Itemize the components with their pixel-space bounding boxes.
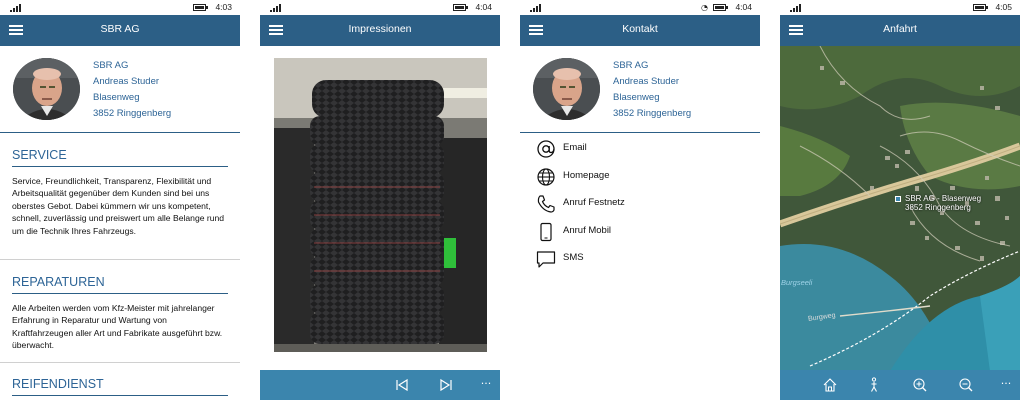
avatar (533, 58, 600, 120)
signal-icon (530, 4, 542, 12)
screen-home: 4:03 SBR AG SBR AG Andreas Studer Blasen… (0, 0, 240, 400)
contact-landline[interactable]: Anruf Festnetz (536, 192, 746, 220)
battery-icon (193, 4, 208, 11)
section-text: Alle Arbeiten werden vom Kfz-Meister mit… (12, 303, 223, 351)
tire-service-section: REIFENDIENST (12, 377, 228, 396)
app-bar: ··· (260, 370, 500, 400)
contact-label: SMS (563, 252, 584, 263)
section-text: Service, Freundlichkeit, Transparenz, Fl… (12, 176, 225, 236)
battery-icon (453, 4, 468, 11)
app-bar: ··· (780, 370, 1020, 400)
home-icon[interactable] (816, 370, 844, 400)
status-time: 4:04 (475, 2, 492, 12)
mobile-phone-icon (536, 222, 556, 242)
city: 3852 Ringgenberg (93, 108, 172, 119)
title-bar: Anfahrt (780, 15, 1020, 46)
divider (0, 259, 240, 260)
section-heading: SERVICE (12, 148, 228, 167)
more-button[interactable]: ··· (472, 370, 500, 400)
contact-label: Email (563, 142, 587, 153)
contact-mobile[interactable]: Anruf Mobil (536, 220, 746, 248)
page-title: Anfahrt (883, 23, 917, 35)
address-block: SBR AG Andreas Studer Blasenweg 3852 Rin… (93, 58, 171, 122)
status-time: 4:05 (995, 2, 1012, 12)
status-bar: 4:03 (0, 0, 240, 15)
contact-list: Email Homepage Anruf Festnetz Anruf Mobi… (536, 137, 746, 275)
title-bar: Impressionen (260, 15, 500, 46)
signal-icon (10, 4, 22, 12)
skip-previous-icon[interactable] (388, 370, 416, 400)
street: Blasenweg (613, 92, 660, 103)
status-bar: ◔ 4:04 (520, 0, 760, 15)
status-time: 4:04 (735, 2, 752, 12)
zoom-out-icon[interactable] (952, 370, 980, 400)
company-name: SBR AG (93, 60, 129, 71)
contact-label: Homepage (563, 169, 610, 181)
phone-icon (536, 194, 556, 214)
skip-next-icon[interactable] (432, 370, 460, 400)
profile-card: SBR AG Andreas Studer Blasenweg 3852 Rin… (13, 58, 233, 122)
profile-card: SBR AG Andreas Studer Blasenweg 3852 Rin… (533, 58, 753, 122)
divider (520, 132, 760, 133)
contact-person: Andreas Studer (93, 76, 160, 87)
address-block: SBR AG Andreas Studer Blasenweg 3852 Rin… (613, 58, 691, 122)
divider (0, 132, 240, 133)
battery-icon (973, 4, 988, 11)
satellite-map[interactable]: SBR AG - Blasenweg 3852 Ringgenberg Burg… (780, 46, 1020, 371)
section-heading: REIFENDIENST (12, 377, 228, 396)
divider (0, 362, 240, 363)
contact-homepage[interactable]: Homepage (536, 165, 746, 193)
status-bar: 4:04 (260, 0, 500, 15)
service-section: SERVICE Service, Freundlichkeit, Transpa… (12, 148, 228, 237)
at-icon (536, 139, 556, 159)
title-bar: SBR AG (0, 15, 240, 46)
tire-stack-photo[interactable] (274, 58, 487, 352)
globe-icon (536, 167, 556, 187)
contact-sms[interactable]: SMS (536, 247, 746, 275)
pin-label: SBR AG - Blasenweg 3852 Ringgenberg (905, 194, 982, 212)
title-bar: Kontakt (520, 15, 760, 46)
page-title: SBR AG (100, 23, 140, 35)
contact-label: Anruf Mobil (563, 224, 612, 236)
screen-gallery: 4:04 Impressionen ··· (260, 0, 500, 400)
screen-contact: ◔ 4:04 Kontakt SBR AG Andreas Studer Bla… (520, 0, 760, 400)
contact-email[interactable]: Email (536, 137, 746, 165)
signal-icon (790, 4, 802, 12)
city: 3852 Ringgenberg (613, 108, 692, 119)
zoom-in-icon[interactable] (906, 370, 934, 400)
walking-person-icon[interactable] (860, 370, 888, 400)
page-title: Kontakt (622, 23, 658, 35)
signal-icon (270, 4, 282, 12)
status-bar: 4:05 (780, 0, 1020, 15)
repairs-section: REPARATUREN Alle Arbeiten werden vom Kfz… (12, 275, 228, 352)
avatar (13, 58, 80, 120)
street: Blasenweg (93, 92, 140, 103)
screen-directions: 4:05 Anfahrt SBR AG - Blasenweg 3852 Rin… (780, 0, 1020, 400)
lake-label: Burgseeli (781, 278, 813, 287)
wifi-icon: ◔ (701, 3, 708, 12)
section-heading: REPARATUREN (12, 275, 228, 294)
chat-bubble-icon (536, 249, 556, 269)
battery-icon (713, 4, 728, 11)
more-button[interactable]: ··· (992, 370, 1020, 400)
status-time: 4:03 (215, 2, 232, 12)
company-name: SBR AG (613, 60, 649, 71)
contact-person: Andreas Studer (613, 76, 680, 87)
contact-label: Anruf Festnetz (563, 197, 625, 208)
page-title: Impressionen (348, 23, 412, 35)
